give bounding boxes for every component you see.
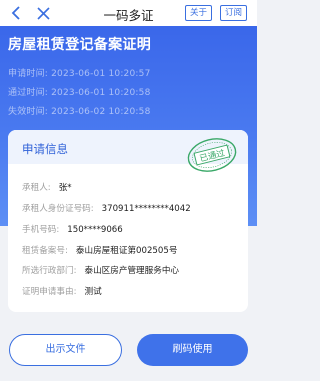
top-navigation-bar: 一码多证 关于 订阅: [0, 0, 257, 26]
card-title: 申请信息: [22, 142, 68, 156]
field-value: 测试: [84, 287, 102, 297]
field-value: 370911********4042: [101, 204, 191, 214]
apply-time-value: 2023-06-01 10:20:57: [51, 69, 151, 79]
field-tenant: 承租人: 张*: [22, 181, 72, 193]
field-id-number: 承租人身份证号码: 370911********4042: [22, 202, 191, 214]
page-title: 一码多证: [103, 8, 154, 23]
field-department: 所选行政部门: 泰山区房产管理服务中心: [22, 264, 179, 276]
about-button[interactable]: 关于: [185, 5, 213, 21]
expire-time-label: 失效时间:: [8, 107, 49, 117]
approved-time-value: 2023-06-01 10:20:58: [51, 88, 151, 98]
field-value: 张*: [58, 183, 72, 193]
expire-time: 失效时间: 2023-06-02 10:20:58: [8, 104, 151, 117]
field-phone: 手机号码: 150****9066: [22, 223, 123, 235]
scan-use-button[interactable]: 刷码使用: [137, 334, 248, 366]
field-lease-number: 租赁备案号: 泰山房屋租证第002505号: [22, 244, 177, 256]
field-label: 所选行政部门:: [22, 266, 77, 276]
field-value: 150****9066: [67, 225, 123, 235]
show-file-button[interactable]: 出示文件: [9, 334, 122, 366]
field-label: 承租人:: [22, 183, 51, 193]
subscribe-button[interactable]: 订阅: [220, 5, 248, 21]
field-reason: 证明申请事由: 测试: [22, 285, 102, 297]
apply-time-label: 申请时间:: [8, 69, 49, 79]
field-label: 租赁备案号:: [22, 246, 68, 256]
apply-time: 申请时间: 2023-06-01 10:20:57: [8, 66, 151, 79]
field-value: 泰山区房产管理服务中心: [84, 266, 180, 276]
approved-time: 通过时间: 2023-06-01 10:20:58: [8, 85, 151, 98]
field-label: 手机号码:: [22, 225, 60, 235]
field-label: 证明申请事由:: [22, 287, 77, 297]
expire-time-value: 2023-06-02 10:20:58: [51, 107, 151, 117]
certificate-title: 房屋租赁登记备案证明: [8, 37, 151, 53]
field-label: 承租人身份证号码:: [22, 204, 94, 214]
approved-time-label: 通过时间:: [8, 88, 49, 98]
field-value: 泰山房屋租证第002505号: [75, 246, 178, 256]
